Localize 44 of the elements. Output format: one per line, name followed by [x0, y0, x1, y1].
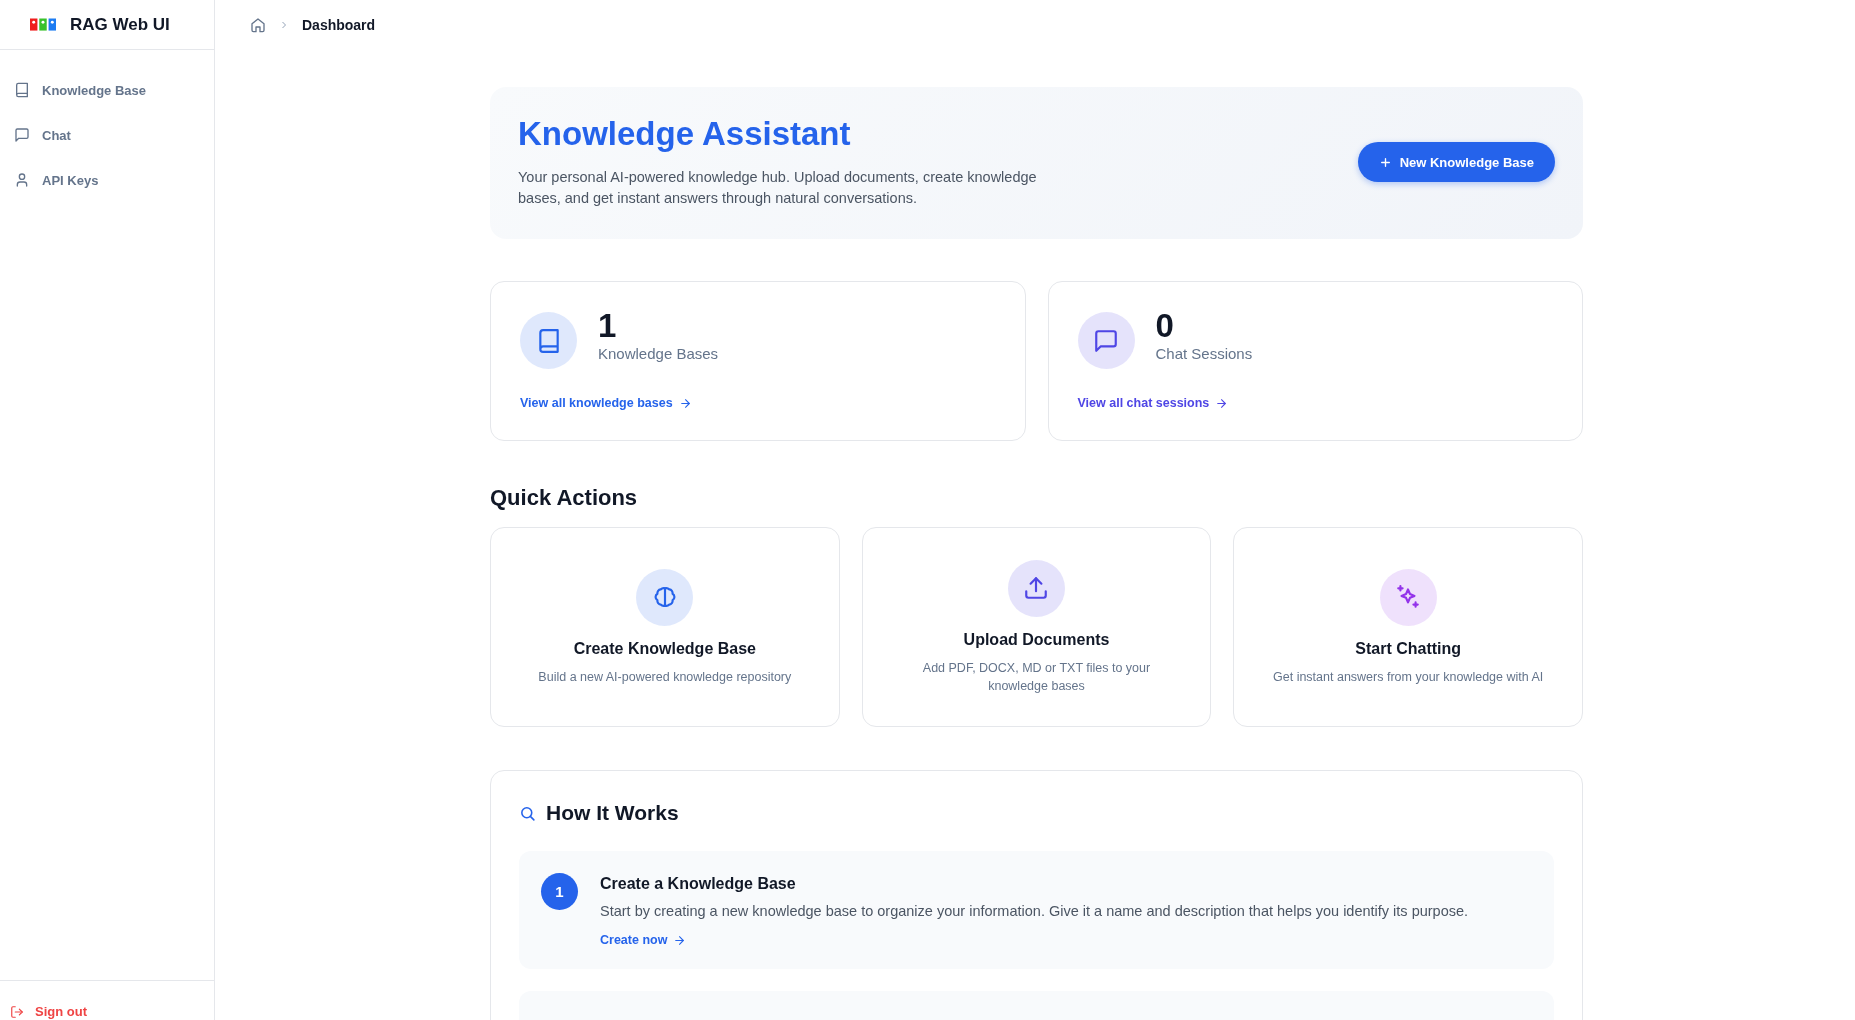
home-icon[interactable]	[250, 17, 266, 33]
quick-action-card[interactable]: Start Chatting Get instant answers from your knowledge with AI	[1233, 527, 1583, 727]
logo-icon	[30, 16, 56, 33]
step-title: Create a Knowledge Base	[600, 875, 797, 893]
stat-label: Knowledge Bases	[598, 345, 719, 362]
user-icon	[14, 172, 30, 188]
app-name: RAG Web UI	[70, 14, 170, 35]
action-title: Start Chatting	[1355, 639, 1462, 658]
new-knowledge-base-button[interactable]: New Knowledge Base	[1357, 142, 1555, 182]
chat-icon	[1093, 327, 1119, 354]
stat-label: Chat Sessions	[1155, 345, 1253, 362]
action-description: Build a new AI-powered knowledge repository	[538, 668, 792, 686]
create-now-link[interactable]: Create now	[600, 933, 687, 947]
stat-value: 1	[598, 307, 618, 345]
action-description: Add PDF, DOCX, MD or TXT files to your knowledge bases	[921, 659, 1152, 695]
sidebar-item[interactable]: Chat	[0, 117, 214, 153]
sparkles-icon	[1395, 584, 1422, 610]
how-it-works-title: How It Works	[546, 801, 679, 825]
sign-out-link[interactable]: Sign out	[0, 1004, 97, 1020]
quick-action-card[interactable]: Upload Documents Add PDF, DOCX, MD or TXT files to your knowledge bases	[861, 527, 1212, 727]
section-title: Quick Actions	[490, 485, 639, 511]
hero-description: Your personal AI-powered knowledge hub. Upload documents, create knowledge bases, and get instant answers through natural conversations.	[518, 168, 1038, 208]
plus-icon	[1378, 155, 1392, 169]
action-title: Create Knowledge Base	[573, 639, 756, 658]
step-description: Start by creating a new knowledge base to organize your information. Give it a name and description that helps you identify its purpose.	[600, 903, 1469, 919]
arrow-right-icon	[673, 933, 687, 947]
arrow-right-icon	[678, 396, 692, 410]
breadcrumb-current: Dashboard	[302, 17, 376, 33]
arrow-right-icon	[1215, 396, 1229, 410]
step-number: 1	[541, 873, 578, 910]
quick-action-card[interactable]: Create Knowledge Base Build a new AI-powered knowledge repository	[490, 527, 840, 727]
action-title: Upload Documents	[963, 630, 1110, 649]
view-all-link[interactable]: View all chat sessions	[1077, 396, 1553, 410]
action-description: Get instant answers from your knowledge with AI	[1273, 668, 1544, 686]
sidebar-item[interactable]: API Keys	[0, 162, 214, 198]
chat-icon	[14, 127, 30, 143]
book-icon	[14, 82, 30, 98]
sign-out-icon	[10, 1005, 24, 1019]
search-icon	[519, 804, 536, 822]
view-all-link[interactable]: View all knowledge bases	[520, 396, 996, 410]
sidebar-item[interactable]: Knowledge Base	[0, 72, 214, 108]
stat-value: 0	[1155, 307, 1175, 345]
upload-icon	[1023, 575, 1050, 601]
hero-title: Knowledge Assistant	[518, 115, 852, 153]
